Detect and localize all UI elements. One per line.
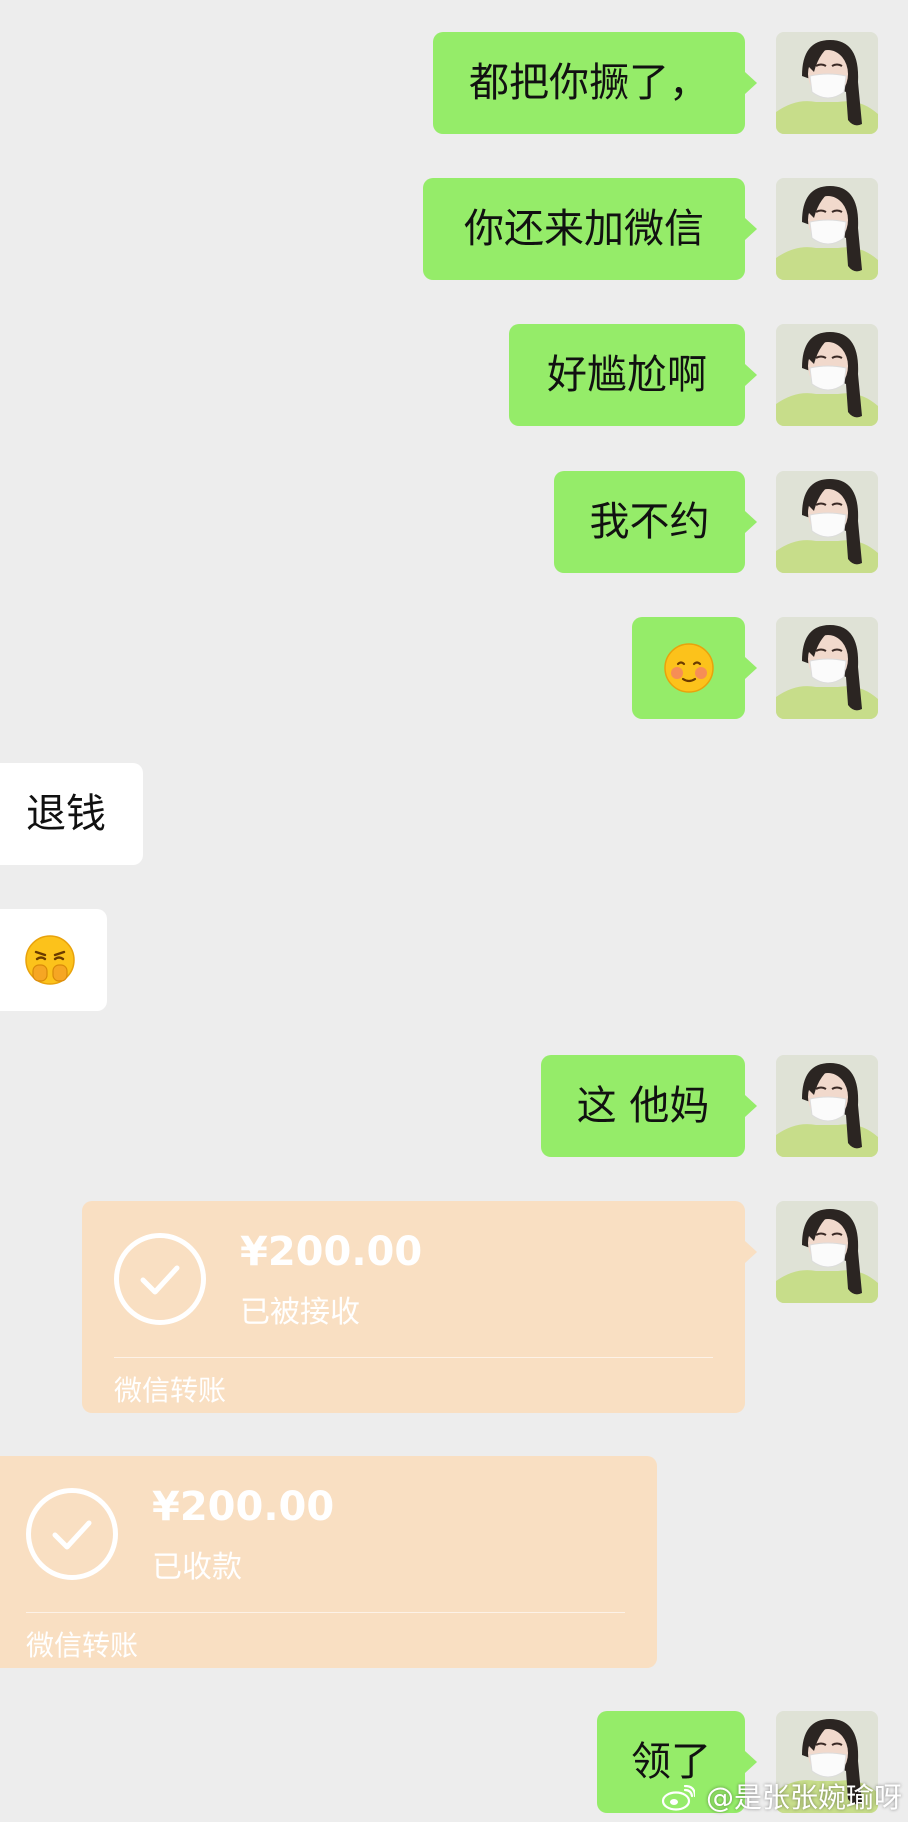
avatar-photo [776,32,878,134]
check-circle-icon [114,1233,206,1325]
bubble-tail [745,364,757,386]
bubble-tail [745,1095,757,1117]
avatar[interactable] [776,178,878,280]
message-bubble-incoming[interactable] [0,909,107,1011]
transfer-status: 已被接收 [240,1295,360,1330]
transfer-amount: ¥200.00 [240,1229,423,1275]
divider [26,1612,625,1613]
message-bubble-outgoing[interactable]: 好尴尬啊 [509,324,745,426]
message-bubble-incoming[interactable]: 退钱 [0,763,143,865]
message-text: 好尴尬啊 [547,352,707,398]
bubble-tail [745,657,757,679]
transfer-label: 微信转账 [26,1629,139,1662]
watermark: @是张张婉瑜呀 [661,1776,902,1816]
message-bubble-outgoing[interactable]: 你还来加微信 [423,178,745,280]
bubble-tail [745,72,757,94]
avatar-photo [776,178,878,280]
weibo-icon [661,1784,697,1811]
avatar[interactable] [776,1201,878,1303]
avatar-photo [776,471,878,573]
message-text: 都把你撅了， [469,60,709,106]
watermark-text: @是张张婉瑜呀 [705,1781,902,1814]
transfer-label: 微信转账 [114,1374,227,1407]
avatar-photo [776,1201,878,1303]
transfer-card-outgoing[interactable]: ¥200.00 已被接收 微信转账 [82,1201,745,1413]
avatar-photo [776,617,878,719]
message-bubble-outgoing[interactable]: 我不约 [554,471,745,573]
message-bubble-outgoing[interactable] [632,617,745,719]
bubble-tail [745,218,757,240]
message-bubble-outgoing[interactable]: 这 他妈 [541,1055,745,1157]
transfer-status: 已收款 [152,1550,242,1585]
avatar-photo [776,324,878,426]
divider [114,1357,713,1358]
avatar[interactable] [776,471,878,573]
message-bubble-outgoing[interactable]: 都把你撅了， [433,32,745,134]
message-text: 我不约 [589,499,710,545]
avatar-photo [776,1055,878,1157]
sneaky-face-emoji [25,935,75,985]
bubble-tail [745,511,757,533]
transfer-amount: ¥200.00 [152,1484,335,1530]
bubble-tail [745,1751,757,1773]
bubble-tail [745,1241,757,1263]
avatar[interactable] [776,324,878,426]
avatar[interactable] [776,617,878,719]
message-text: 这 他妈 [576,1083,710,1129]
message-text: 你还来加微信 [464,206,704,252]
check-circle-icon [26,1488,118,1580]
avatar[interactable] [776,32,878,134]
message-text: 退钱 [26,791,106,837]
avatar[interactable] [776,1055,878,1157]
transfer-card-incoming[interactable]: ¥200.00 已收款 微信转账 [0,1456,657,1668]
flushed-face-emoji [663,643,714,693]
